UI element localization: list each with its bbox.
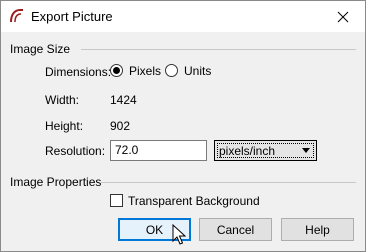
width-label: Width: xyxy=(45,93,80,107)
close-button[interactable] xyxy=(321,1,365,32)
export-picture-dialog: Export Picture Image Size Dimensions: Pi… xyxy=(0,0,366,252)
transparent-background-checkbox[interactable] xyxy=(110,194,123,207)
width-value: 1424 xyxy=(110,93,137,107)
image-size-heading: Image Size xyxy=(10,42,71,56)
pixels-radio-label[interactable]: Pixels xyxy=(129,64,161,78)
units-radio-label[interactable]: Units xyxy=(184,64,211,78)
units-radio[interactable] xyxy=(165,64,178,77)
pixels-radio[interactable] xyxy=(110,64,123,77)
mouse-pointer-icon xyxy=(172,224,186,245)
resolution-label: Resolution: xyxy=(45,144,106,158)
close-icon xyxy=(337,11,349,22)
title-bar: Export Picture xyxy=(1,1,365,32)
resolution-unit-value: pixels/inch xyxy=(219,144,276,158)
cancel-button[interactable]: Cancel xyxy=(199,218,272,241)
section-divider xyxy=(81,49,356,50)
window-title: Export Picture xyxy=(31,9,113,24)
chevron-down-icon xyxy=(302,148,310,153)
app-logo-icon xyxy=(10,9,23,23)
height-value: 902 xyxy=(110,119,131,133)
help-button[interactable]: Help xyxy=(281,218,354,241)
resolution-input[interactable]: 72.0 xyxy=(110,140,207,161)
image-properties-heading: Image Properties xyxy=(10,175,102,189)
resolution-unit-select[interactable]: pixels/inch xyxy=(214,140,317,161)
height-label: Height: xyxy=(45,119,84,133)
section-divider xyxy=(101,182,356,183)
transparent-background-label[interactable]: Transparent Background xyxy=(128,194,260,208)
dimensions-label: Dimensions: xyxy=(45,65,112,79)
